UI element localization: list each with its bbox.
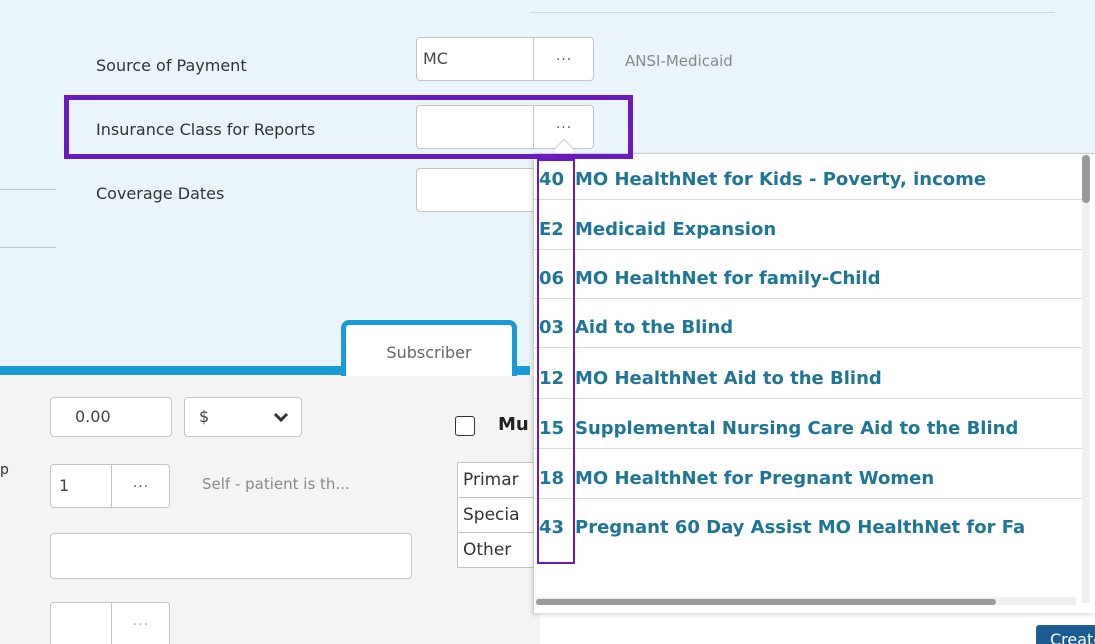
dropdown-scrollbar-thumb[interactable] [1082, 155, 1090, 203]
tab-subscriber[interactable]: Subscriber [341, 320, 517, 376]
source-of-payment-lookup-button[interactable]: ... [534, 38, 594, 80]
option-label: MO HealthNet for Kids - Poverty, income [575, 169, 987, 190]
dropdown-option[interactable]: 03 Aid to the Blind [534, 310, 1084, 348]
coverage-dates-label: Coverage Dates [96, 184, 225, 203]
source-of-payment-description: ANSI-Medicaid [625, 52, 733, 70]
relationship-field: 1 ... [50, 464, 170, 508]
option-label: Supplemental Nursing Care Aid to the Bli… [575, 418, 1019, 439]
option-label: Aid to the Blind [575, 317, 734, 338]
divider [0, 189, 56, 190]
extra-lookup-button[interactable]: ... [112, 603, 170, 644]
divider [530, 12, 1055, 13]
multi-checkbox[interactable] [455, 416, 475, 436]
dropdown-option[interactable]: 15 Supplemental Nursing Care Aid to the B… [534, 411, 1084, 449]
amount-input[interactable]: 0.00 [50, 397, 172, 437]
chevron-down-icon [273, 412, 289, 423]
dropdown-scrollbar-vertical[interactable] [1082, 155, 1090, 603]
subscriber-name-input[interactable] [50, 533, 412, 579]
relationship-input[interactable]: 1 [59, 476, 69, 495]
option-label: MO HealthNet for Pregnant Women [575, 468, 935, 489]
create-new-button[interactable]: Create New [1036, 625, 1095, 644]
dropdown-option[interactable]: 06 MO HealthNet for family-Child [534, 261, 1084, 299]
currency-select[interactable]: $ [184, 397, 302, 437]
source-of-payment-label: Source of Payment [96, 56, 247, 75]
relationship-lookup-button[interactable]: ... [112, 465, 170, 507]
dropdown-scrollbar-thumb[interactable] [536, 599, 996, 605]
extra-field: ... [50, 602, 170, 644]
option-label: MO HealthNet Aid to the Blind [575, 368, 882, 389]
annotation-highlight-box [64, 95, 633, 159]
amount-value: 0.00 [75, 407, 111, 426]
dropdown-option[interactable]: E2 Medicaid Expansion [534, 212, 1084, 250]
annotation-code-column-highlight [537, 159, 575, 564]
option-label: MO HealthNet for family-Child [575, 268, 881, 289]
dropdown-option[interactable]: 40 MO HealthNet for Kids - Poverty, incom… [534, 162, 1084, 200]
insurance-class-dropdown: 40 MO HealthNet for Kids - Poverty, incom… [533, 153, 1095, 613]
dropdown-option[interactable]: 12 MO HealthNet Aid to the Blind [534, 361, 1084, 399]
multi-checkbox-label: Mu [498, 414, 529, 435]
relationship-label: p [0, 462, 9, 478]
option-label: Medicaid Expansion [575, 219, 777, 240]
relationship-description: Self - patient is th... [202, 475, 350, 493]
source-of-payment-input[interactable]: MC [423, 49, 448, 68]
tab-subscriber-label: Subscriber [386, 343, 472, 362]
option-label: Pregnant 60 Day Assist MO HealthNet for … [575, 517, 1026, 538]
currency-value: $ [199, 407, 210, 426]
dropdown-option[interactable]: 43 Pregnant 60 Day Assist MO HealthNet fo… [534, 510, 1084, 548]
source-of-payment-field: MC ... [416, 37, 594, 81]
dropdown-option[interactable]: 18 MO HealthNet for Pregnant Women [534, 461, 1084, 499]
divider [0, 247, 56, 248]
